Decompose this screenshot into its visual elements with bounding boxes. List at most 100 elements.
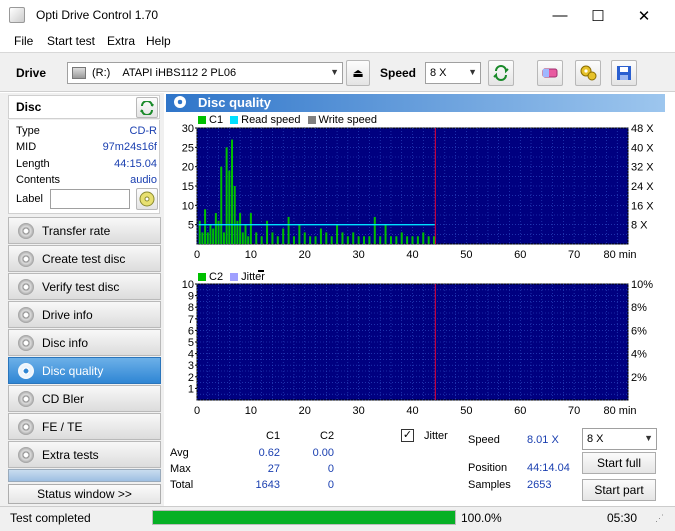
nav-transfer-rate[interactable]: Transfer rate	[8, 217, 161, 244]
disc-type-key: Type	[16, 125, 40, 137]
disc-icon	[18, 390, 34, 407]
c1-bar	[411, 236, 414, 244]
y2-tick-label: 6%	[631, 325, 647, 337]
disc-icon	[139, 191, 155, 207]
y-tick-label: 10	[182, 279, 194, 291]
disc-type-value: CD-R	[129, 125, 158, 137]
x-tick-label: 70	[568, 405, 580, 417]
y-tick-label: 4	[188, 349, 194, 361]
disc-contents-value: audio	[130, 174, 157, 186]
c1-bar	[220, 166, 223, 244]
nav-label: FE / TE	[42, 419, 83, 434]
y2-tick-label: 2%	[631, 372, 647, 384]
status-window-button[interactable]: Status window >>	[8, 484, 161, 504]
maximize-button[interactable]: ☐	[575, 0, 621, 31]
c1-bar	[336, 224, 339, 244]
window-title: Opti Drive Control 1.70	[36, 8, 159, 22]
disc-refresh-button[interactable]	[136, 97, 158, 118]
result-samples-label: Samples	[468, 479, 511, 491]
result-position-value: 44:14.04	[527, 462, 570, 474]
progress-text: 100.0%	[461, 511, 502, 525]
disc-contents-key: Contents	[16, 174, 61, 186]
drive-select[interactable]: (R:) ATAPI iHBS112 2 PL06 ▼	[67, 62, 343, 84]
elapsed-time: 05:30	[607, 511, 638, 525]
nav-verify-test-disc[interactable]: Verify test disc	[8, 273, 161, 300]
y2-tick-label: 32 X	[631, 162, 654, 174]
nav-fe-te[interactable]: FE / TE	[8, 413, 161, 440]
disc-icon	[174, 96, 186, 108]
nav-cd-bler[interactable]: CD Bler	[8, 385, 161, 412]
speed-select[interactable]: 8 X ▼	[425, 62, 481, 84]
disc-mid-key: MID	[16, 141, 37, 153]
disc-label-input[interactable]	[50, 189, 130, 209]
refresh-icon	[493, 65, 509, 81]
menu-help[interactable]: Help	[146, 34, 171, 48]
disc-length-value: 44:15.04	[114, 158, 157, 170]
menu-extra[interactable]: Extra	[107, 34, 135, 48]
settings-button[interactable]	[575, 60, 601, 86]
c1-bar	[231, 139, 234, 244]
y-tick-label: 8	[188, 302, 194, 314]
stats-col-c2: C2	[320, 430, 335, 442]
c1-bar	[287, 216, 290, 244]
nav-label: Drive info	[42, 307, 93, 322]
x-tick-label: 60	[514, 249, 526, 261]
y-tick-label: 5	[188, 220, 194, 232]
result-speed-label: Speed	[468, 434, 500, 446]
menu-file[interactable]: File	[14, 34, 33, 48]
y2-tick-label: 24 X	[631, 181, 654, 193]
nav-label: Transfer rate	[42, 223, 111, 238]
disc-mid-value: 97m24s16f	[102, 141, 157, 153]
nav-extra-tests[interactable]: Extra tests	[8, 441, 161, 468]
c1-bar	[225, 147, 228, 244]
c1-bar	[228, 170, 231, 244]
close-button[interactable]: ✕	[621, 0, 667, 31]
x-tick-label: 10	[245, 405, 257, 417]
c1-bar	[244, 224, 247, 244]
app-icon	[9, 7, 25, 23]
nav-create-test-disc[interactable]: Create test disc	[8, 245, 161, 272]
stats-avg-c1: 0.62	[258, 447, 280, 459]
c1-bar	[373, 216, 376, 244]
test-speed-select[interactable]: 8 X ▼	[582, 428, 657, 450]
start-full-button[interactable]: Start full	[582, 452, 656, 474]
stats-total-c2: 0	[327, 479, 334, 491]
jitter-checkbox[interactable]: ✓	[401, 429, 414, 442]
stats-max-c1: 27	[267, 463, 280, 475]
nav-spacer	[8, 469, 161, 482]
y-tick-label: 9	[188, 291, 194, 303]
eject-button[interactable]: ⏏	[346, 60, 370, 86]
y-tick-label: 7	[188, 314, 194, 326]
disc-label-button[interactable]	[136, 188, 158, 210]
c1-chart: 0 10 20 30 40 50 60 70 80 min 5 10 15 20 25 30 8 X 16 X 2…	[182, 123, 655, 261]
x-tick-label: 60	[514, 405, 526, 417]
stats-col-c1: C1	[266, 430, 281, 442]
disc-length-key: Length	[16, 158, 50, 170]
c1-bar	[222, 232, 225, 244]
erase-button[interactable]	[537, 60, 563, 86]
y-tick-label: 20	[182, 162, 194, 174]
test-speed-value: 8 X	[587, 433, 604, 445]
c1-bar	[395, 236, 398, 244]
x-tick-label: 20	[299, 249, 311, 261]
nav-label: CD Bler	[42, 391, 85, 406]
save-button[interactable]	[611, 60, 637, 86]
c1-bar	[276, 236, 279, 244]
c1-bar	[406, 236, 409, 244]
nav-disc-info[interactable]: Disc info	[8, 329, 161, 356]
chevron-down-icon: ▼	[644, 433, 653, 443]
nav-label: Disc info	[42, 335, 89, 350]
y2-tick-label: 48 X	[631, 123, 654, 135]
resize-grip[interactable]: ⋰	[655, 513, 669, 527]
nav-label: Verify test disc	[42, 279, 120, 294]
c1-bar	[389, 236, 392, 244]
menu-start-test[interactable]: Start test	[47, 34, 95, 48]
start-part-button[interactable]: Start part	[582, 479, 656, 501]
nav-disc-quality[interactable]: Disc quality	[8, 357, 161, 384]
nav-drive-info[interactable]: Drive info	[8, 301, 161, 328]
c1-bar	[249, 213, 252, 244]
c1-bar	[239, 213, 242, 244]
y2-tick-label: 4%	[631, 349, 647, 361]
nav-label: Disc quality	[42, 363, 104, 378]
refresh-speed-button[interactable]	[488, 60, 514, 86]
